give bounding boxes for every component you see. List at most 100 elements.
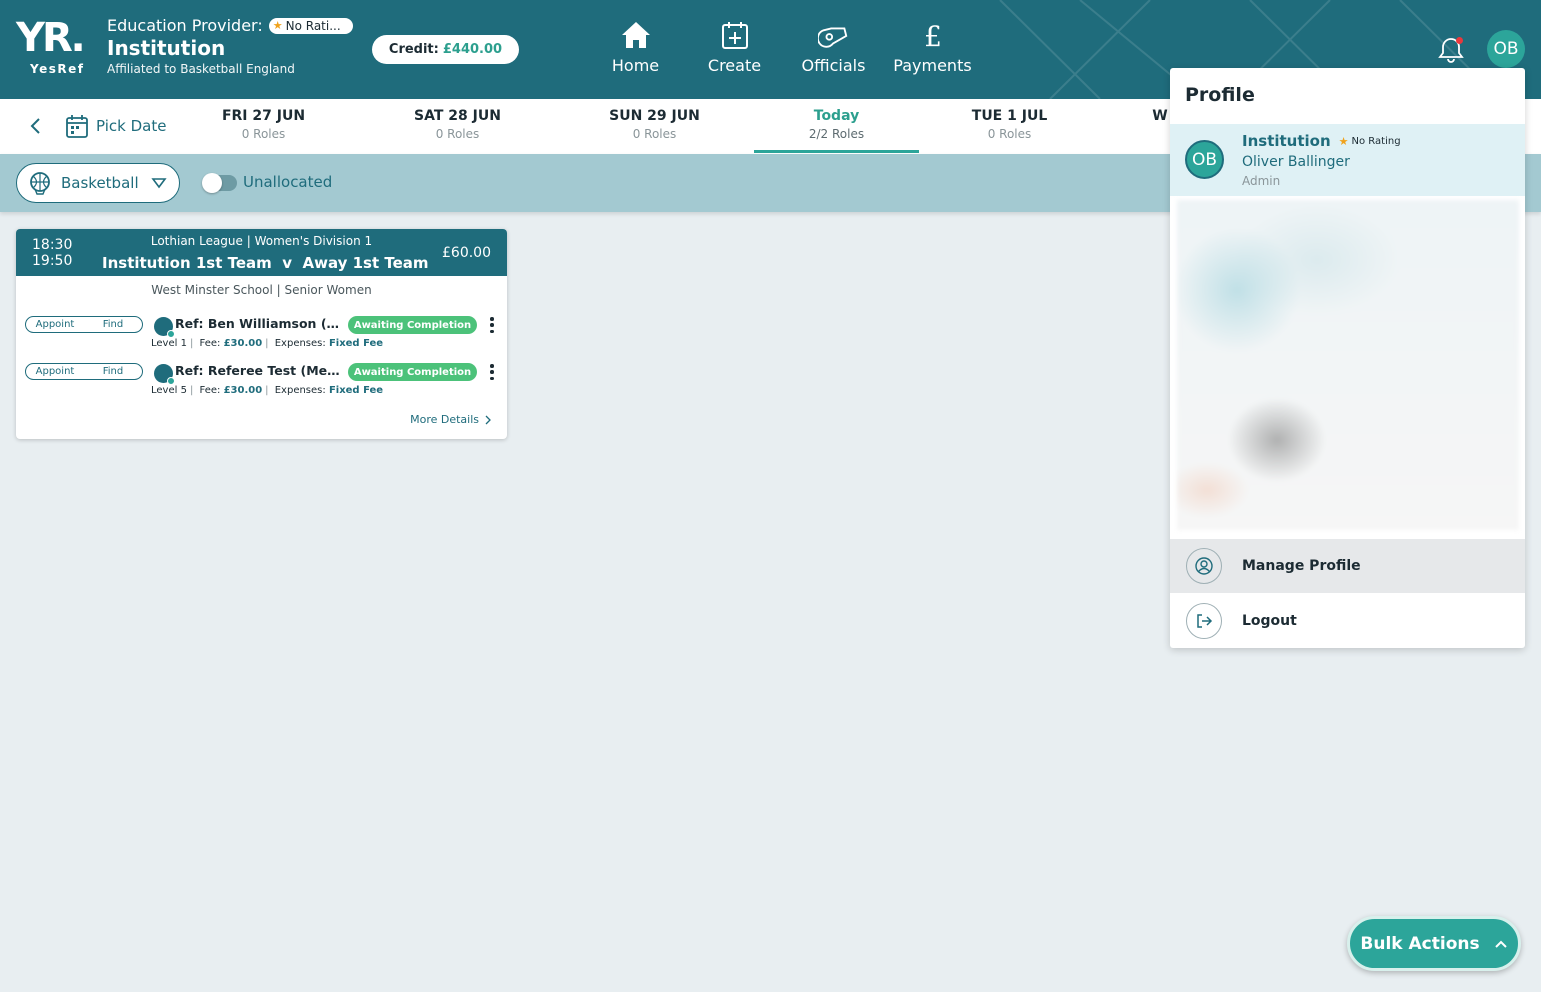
svg-text:£: £ xyxy=(924,20,942,50)
role-row: Appoint Find Ref: Ben Williamson (Mel...… xyxy=(24,316,499,360)
calendar-icon xyxy=(66,115,88,138)
more-options-icon[interactable] xyxy=(486,363,498,381)
official-name[interactable]: Ref: Ben Williamson (Mel... xyxy=(175,316,343,331)
profile-org-name: Institution xyxy=(1242,132,1331,150)
expenses-label: Expenses: xyxy=(274,385,326,396)
day-roles: 0 Roles xyxy=(241,127,286,141)
unallocated-toggle[interactable] xyxy=(202,173,237,193)
basketball-hoop-icon xyxy=(30,172,50,195)
logo-mark: YR. xyxy=(16,15,86,61)
nav-officials-label: Officials xyxy=(801,56,866,75)
day-tab-today[interactable]: Today 2/2 Roles xyxy=(754,108,919,153)
fee-label: Fee: xyxy=(199,385,221,396)
whistle-icon xyxy=(154,364,175,385)
nav-payments[interactable]: £ Payments xyxy=(883,20,982,75)
nav-create-label: Create xyxy=(707,56,762,75)
nav-home[interactable]: Home xyxy=(586,20,685,75)
provider-rating-text: No Rati... xyxy=(285,18,341,33)
nav-create[interactable]: Create xyxy=(685,20,784,75)
role-meta: Level 5 | Fee: £30.00 | Expenses: Fixed Fe… xyxy=(151,385,384,396)
fixture-league: Lothian League | Women's Division 1 xyxy=(150,234,373,248)
versus: v xyxy=(282,254,293,272)
provider-label: Education Provider: xyxy=(107,16,263,35)
more-details-link[interactable]: More Details xyxy=(410,413,491,426)
provider-name: Institution xyxy=(107,36,226,60)
user-circle-icon xyxy=(1186,548,1222,584)
day-tab-tue[interactable]: TUE 1 JUL 0 Roles xyxy=(927,108,1092,141)
toggle-knob xyxy=(202,173,222,193)
home-icon xyxy=(621,22,650,48)
day-roles: 0 Roles xyxy=(987,127,1032,141)
manage-profile-item[interactable]: Manage Profile xyxy=(1170,539,1525,593)
fixture-price: £60.00 xyxy=(442,245,491,261)
day-tab-fri[interactable]: FRI 27 JUN 0 Roles xyxy=(181,108,346,141)
official-name[interactable]: Ref: Referee Test (Melksh... xyxy=(175,363,343,378)
chevron-up-icon xyxy=(1494,940,1507,948)
more-options-icon[interactable] xyxy=(486,316,498,334)
appoint-find-control: Appoint Find xyxy=(25,316,143,333)
check-badge-icon xyxy=(167,330,175,338)
notification-dot xyxy=(1456,37,1463,44)
manage-profile-label: Manage Profile xyxy=(1242,558,1361,574)
check-badge-icon xyxy=(167,377,175,385)
day-tab-sun[interactable]: SUN 29 JUN 0 Roles xyxy=(572,108,737,141)
day-tab-sat[interactable]: SAT 28 JUN 0 Roles xyxy=(375,108,540,141)
yesref-logo[interactable]: YR. YesRef xyxy=(16,18,96,80)
pick-date-label: Pick Date xyxy=(96,117,167,135)
credit-amount: £440.00 xyxy=(442,42,503,57)
more-details-label: More Details xyxy=(410,413,479,426)
logout-label: Logout xyxy=(1242,613,1297,629)
role-fee: £30.00 xyxy=(223,338,263,349)
fixture-card-header: 18:30 19:50 Lothian League | Women's Div… xyxy=(16,229,507,276)
profile-user-role: Admin xyxy=(1242,174,1281,188)
fee-label: Fee: xyxy=(199,338,221,349)
away-team: Away 1st Team xyxy=(302,254,429,272)
user-avatar-button[interactable]: OB xyxy=(1487,30,1525,68)
blurred-content xyxy=(1177,200,1519,530)
bulk-actions-label: Bulk Actions xyxy=(1360,933,1480,954)
day-roles: 0 Roles xyxy=(632,127,677,141)
role-expenses: Fixed Fee xyxy=(328,385,384,396)
pick-date-button[interactable]: Pick Date xyxy=(66,114,166,138)
unallocated-label: Unallocated xyxy=(243,173,333,191)
whistle-icon xyxy=(154,317,175,338)
profile-rating: ★ No Rating xyxy=(1339,135,1401,148)
star-icon: ★ xyxy=(272,19,283,32)
find-button[interactable]: Find xyxy=(84,364,142,379)
credit-label: Credit: xyxy=(388,42,439,57)
provider-affiliation: Affiliated to Basketball England xyxy=(107,62,295,76)
role-fee: £30.00 xyxy=(223,385,263,396)
nav-officials[interactable]: Officials xyxy=(784,20,883,75)
provider-rating-badge: ★ No Rati... xyxy=(268,17,353,34)
chevron-right-icon xyxy=(485,415,491,424)
avatar: OB xyxy=(1185,140,1224,179)
expenses-label: Expenses: xyxy=(274,338,326,349)
day-label: FRI 27 JUN xyxy=(221,108,306,124)
logout-item[interactable]: Logout xyxy=(1170,594,1525,648)
fixture-teams: Institution 1st Team v Away 1st Team xyxy=(102,254,429,272)
status-badge: Awaiting Completion xyxy=(348,363,477,381)
status-badge: Awaiting Completion xyxy=(348,316,477,334)
star-icon: ★ xyxy=(1338,134,1349,148)
chevron-down-icon xyxy=(151,178,167,189)
whistle-icon xyxy=(817,27,847,48)
day-roles: 2/2 Roles xyxy=(808,127,865,141)
chevron-left-icon[interactable] xyxy=(28,117,44,135)
fixture-card[interactable]: 18:30 19:50 Lothian League | Women's Div… xyxy=(16,229,507,439)
logout-icon xyxy=(1186,603,1222,639)
sport-select[interactable]: Basketball xyxy=(16,163,180,203)
appoint-button[interactable]: Appoint xyxy=(26,317,84,332)
find-button[interactable]: Find xyxy=(84,317,142,332)
appoint-button[interactable]: Appoint xyxy=(26,364,84,379)
calendar-plus-icon xyxy=(721,22,748,49)
role-level: Level 5 xyxy=(151,385,187,396)
credit-badge[interactable]: Credit: £440.00 xyxy=(372,35,519,64)
role-row: Appoint Find Ref: Referee Test (Melksh..… xyxy=(24,363,499,407)
nav-payments-label: Payments xyxy=(893,56,972,75)
bulk-actions-button[interactable]: Bulk Actions xyxy=(1347,916,1521,971)
profile-account-row[interactable]: OB Institution ★ No Rating Oliver Ballin… xyxy=(1170,124,1525,196)
fixture-venue: West Minster School | Senior Women xyxy=(151,283,372,297)
home-team: Institution 1st Team xyxy=(102,254,272,272)
day-label: Today xyxy=(813,108,860,124)
appoint-find-control: Appoint Find xyxy=(25,363,143,380)
